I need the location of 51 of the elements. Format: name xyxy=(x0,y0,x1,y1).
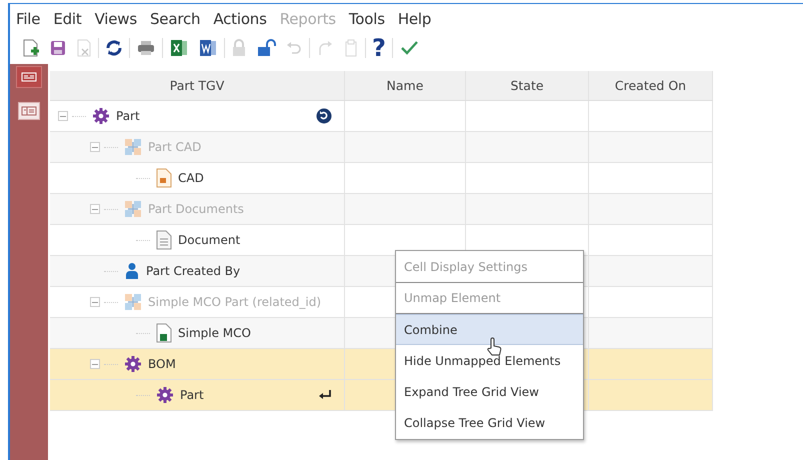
tree-node-label[interactable]: Simple MCO xyxy=(178,326,251,340)
document-icon[interactable] xyxy=(198,38,218,58)
menu-item[interactable]: Views xyxy=(88,10,144,28)
menu-item[interactable]: File xyxy=(10,10,48,28)
tree-node-label[interactable]: Part xyxy=(116,109,140,123)
spreadsheet-icon[interactable] xyxy=(169,38,189,58)
arrow-circle-icon[interactable] xyxy=(316,108,332,124)
collapse-toggle[interactable] xyxy=(90,204,100,214)
collapse-toggle[interactable] xyxy=(58,111,68,121)
unlock-icon[interactable] xyxy=(256,38,276,58)
mco-file-icon xyxy=(156,323,172,343)
cad-file-icon xyxy=(156,168,172,188)
tree-node-label[interactable]: Part Created By xyxy=(146,264,240,278)
new-file-icon[interactable] xyxy=(22,38,40,58)
collapse-toggle[interactable] xyxy=(90,297,100,307)
card-icon xyxy=(21,106,37,116)
context-menu-item[interactable]: Hide Unmapped Elements xyxy=(396,345,583,376)
card-icon xyxy=(21,72,37,82)
context-menu-item[interactable]: Collapse Tree Grid View xyxy=(396,407,583,438)
relationship-icon xyxy=(124,293,142,311)
menu-item[interactable]: Edit xyxy=(47,10,89,28)
check-icon[interactable] xyxy=(398,39,419,57)
save-icon[interactable] xyxy=(49,39,67,57)
tree-node-label[interactable]: BOM xyxy=(148,357,176,371)
tree-node-label[interactable]: Part xyxy=(180,388,204,402)
relationship-icon xyxy=(124,200,142,218)
view-toggle-button[interactable] xyxy=(18,102,40,120)
view-toggle-button[interactable] xyxy=(16,66,42,88)
return-arrow-icon[interactable] xyxy=(318,389,332,401)
context-menu-item[interactable]: Expand Tree Grid View xyxy=(396,376,583,407)
menu-item[interactable]: Search xyxy=(144,10,208,28)
person-icon xyxy=(124,262,140,280)
column-header[interactable]: Name xyxy=(345,71,466,100)
refresh-icon[interactable] xyxy=(105,39,123,57)
collapse-toggle[interactable] xyxy=(90,142,100,152)
help-button[interactable]: ? xyxy=(372,36,386,60)
gear-icon xyxy=(124,355,142,373)
column-header[interactable]: Part TGV xyxy=(50,71,345,100)
relationship-icon xyxy=(124,138,142,156)
column-header[interactable]: Created On xyxy=(589,71,713,100)
context-menu-item[interactable]: Combine xyxy=(396,314,583,345)
column-header[interactable]: State xyxy=(466,71,589,100)
hand-pointer-icon xyxy=(486,337,502,357)
document-file-icon xyxy=(156,230,172,250)
tree-node-label[interactable]: CAD xyxy=(178,171,204,185)
collapse-toggle[interactable] xyxy=(90,359,100,369)
printer-icon[interactable] xyxy=(136,39,156,57)
menu-item[interactable]: Help xyxy=(392,10,438,28)
tree-node-label[interactable]: Document xyxy=(178,233,240,247)
menu-item[interactable]: Actions xyxy=(207,10,274,28)
menu-item[interactable]: Tools xyxy=(342,10,392,28)
